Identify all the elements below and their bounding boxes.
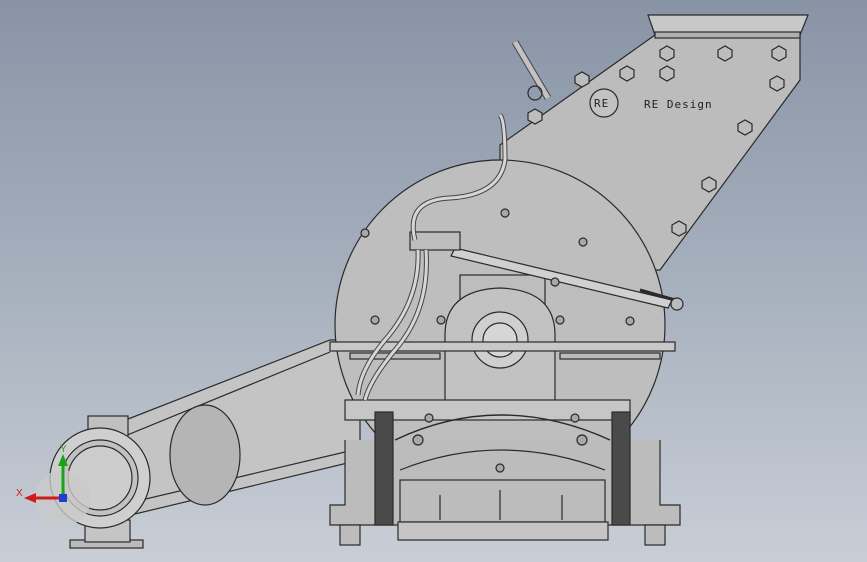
logo-text: RE Design (644, 98, 713, 111)
triad-x-label: X (16, 488, 23, 499)
hopper-lever (511, 40, 552, 101)
bearing-block (444, 274, 556, 406)
hammer-mill-model: RE RE Design Y X (16, 14, 809, 549)
triad-y-label: Y (60, 444, 67, 455)
logo-mark: RE (594, 97, 609, 110)
cad-viewport[interactable]: RE RE Design Y X (0, 0, 867, 562)
